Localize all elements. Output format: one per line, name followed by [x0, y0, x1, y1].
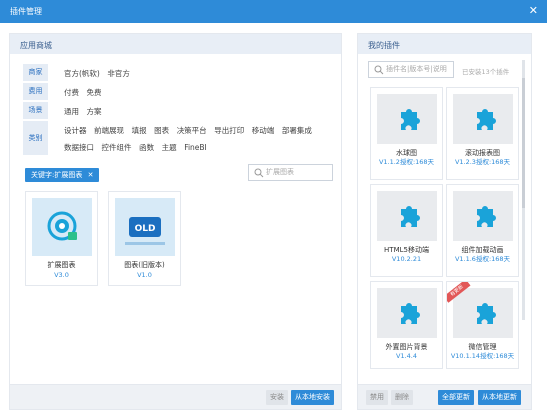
filter-values: 设计器 前端展现 填报 图表 决策平台 导出打印 移动端 部署集成	[64, 125, 317, 136]
store-search-input[interactable]: 扩展图表	[248, 164, 333, 181]
filter-option[interactable]: 免费	[87, 88, 102, 97]
my-plugin-card[interactable]: 滚动报表图 V1.2.3授权:168天	[446, 87, 519, 180]
filter-option[interactable]: 付费	[64, 88, 79, 97]
plugin-name: 滚动报表图	[465, 149, 500, 157]
filter-option[interactable]: 主题	[162, 142, 177, 153]
plugin-name: 水球图	[396, 149, 417, 157]
puzzle-icon	[377, 288, 437, 338]
filter-key: 商家	[23, 64, 48, 81]
update-all-button[interactable]: 全部更新	[438, 390, 474, 405]
plugin-version: V1.2.3授权:168天	[454, 158, 511, 166]
my-plugins-footer: 禁用 删除 全部更新 从本地更新	[358, 384, 531, 409]
install-local-button[interactable]: 从本地安装	[291, 390, 334, 405]
puzzle-icon	[453, 94, 513, 144]
plugin-version: V1.1.6授权:168天	[454, 255, 511, 263]
close-icon[interactable]: ✕	[88, 171, 94, 179]
plugin-name: HTML5移动端	[384, 246, 429, 254]
old-chart-icon: OLD	[115, 198, 175, 256]
chart-badge-icon	[32, 198, 92, 256]
filter-option[interactable]: 部署集成	[282, 125, 312, 136]
store-search-placeholder: 扩展图表	[266, 168, 294, 176]
filter-option[interactable]: 填报	[132, 125, 147, 136]
my-plugin-card[interactable]: 水球图 V1.1.2授权:168天	[370, 87, 443, 180]
window-title: 插件管理	[10, 7, 42, 16]
filter-option[interactable]: 数据接口	[64, 142, 94, 153]
filter-row-fee: 费用 付费 免费	[23, 83, 333, 100]
my-plugins-scrollbar[interactable]	[522, 60, 525, 320]
filter-option[interactable]: 导出打印	[214, 125, 244, 136]
my-plugins-heading: 我的插件	[358, 34, 531, 54]
my-plugins-search-placeholder: 插件名|版本号|说明	[386, 65, 447, 73]
store-heading: 应用商城	[10, 34, 341, 54]
disable-button[interactable]: 禁用	[366, 390, 388, 405]
svg-text:OLD: OLD	[135, 224, 156, 234]
plugin-name: 组件加载动画	[461, 246, 504, 254]
filter-option[interactable]: 移动端	[252, 125, 275, 136]
store-plugin-card[interactable]: OLD 图表(旧版本) V1.0	[108, 191, 181, 286]
puzzle-icon	[453, 191, 513, 241]
installed-count: 已安装13个插件	[462, 68, 510, 76]
plugin-version: V1.4.4	[396, 352, 417, 360]
filter-option[interactable]: 非官方	[107, 69, 130, 78]
filter-option[interactable]: 官方(帆软)	[64, 69, 100, 78]
filter-row-vendor: 商家 官方(帆软) 非官方	[23, 64, 333, 81]
filter-option[interactable]: 方案	[87, 107, 102, 116]
my-plugin-card[interactable]: 组件加载动画 V1.1.6授权:168天	[446, 184, 519, 277]
filter-option[interactable]: FineBI	[184, 143, 207, 152]
filter-option[interactable]: 决策平台	[177, 125, 207, 136]
keyword-tag-label: 关键字:扩展图表	[31, 171, 83, 179]
plugin-version: V10.2.21	[391, 255, 422, 263]
filter-option[interactable]: 图表	[154, 125, 169, 136]
filter-option[interactable]: 设计器	[64, 125, 87, 136]
plugin-name: 外置图片背景	[385, 343, 428, 351]
filter-key: 费用	[23, 83, 48, 100]
my-plugins-panel: 我的插件 插件名|版本号|说明 已安装13个插件 水球图 V1.1.2授权:16…	[357, 33, 532, 410]
my-plugin-card[interactable]: 有更新 微信管理 V10.1.14授权:168天	[446, 281, 519, 369]
filter-values: 付费 免费	[64, 87, 107, 98]
plugin-name: 扩展图表	[47, 261, 76, 269]
plugin-version: V1.0	[137, 271, 152, 279]
search-icon	[254, 168, 264, 178]
puzzle-icon	[453, 288, 513, 338]
filter-values: 通用 方案	[64, 106, 107, 117]
my-plugin-card[interactable]: HTML5移动端 V10.2.21	[370, 184, 443, 277]
plugin-version: V10.1.14授权:168天	[450, 352, 515, 360]
my-plugins-search-input[interactable]: 插件名|版本号|说明	[368, 61, 454, 78]
search-icon	[374, 65, 384, 75]
keyword-tag: 关键字:扩展图表 ✕	[25, 168, 100, 182]
scrollbar-thumb[interactable]	[522, 78, 525, 208]
plugin-version: V3.0	[54, 271, 69, 279]
puzzle-icon	[377, 191, 437, 241]
store-panel: 应用商城 商家 官方(帆软) 非官方 费用 付费 免费 场景 通用 方案 类别	[9, 33, 342, 410]
filter-values: 数据接口 控件组件 函数 主题 FineBI	[64, 142, 212, 153]
my-plugin-card[interactable]: 外置图片背景 V1.4.4	[370, 281, 443, 369]
filter-row-scene: 场景 通用 方案	[23, 102, 333, 119]
plugin-name: 微信管理	[468, 343, 497, 351]
plugin-name: 图表(旧版本)	[124, 261, 165, 269]
filter-option[interactable]: 函数	[139, 142, 154, 153]
filter-option[interactable]: 控件组件	[102, 142, 132, 153]
plugin-version: V1.1.2授权:168天	[378, 158, 435, 166]
close-icon[interactable]: ✕	[529, 4, 538, 17]
filter-row-category: 类别 设计器 前端展现 填报 图表 决策平台 导出打印 移动端 部署集成 数据接…	[23, 121, 333, 157]
filter-key: 类别	[23, 121, 48, 155]
store-plugin-card[interactable]: 扩展图表 V3.0	[25, 191, 98, 286]
filter-option[interactable]: 前端展现	[94, 125, 124, 136]
filter-option[interactable]: 通用	[64, 107, 79, 116]
store-footer: 安装 从本地安装	[10, 384, 341, 409]
delete-button[interactable]: 删除	[391, 390, 413, 405]
filter-key: 场景	[23, 102, 48, 119]
filter-values: 官方(帆软) 非官方	[64, 68, 135, 79]
title-bar: 插件管理 ✕	[0, 0, 547, 23]
update-local-button[interactable]: 从本地更新	[478, 390, 521, 405]
puzzle-icon	[377, 94, 437, 144]
install-button[interactable]: 安装	[266, 390, 288, 405]
